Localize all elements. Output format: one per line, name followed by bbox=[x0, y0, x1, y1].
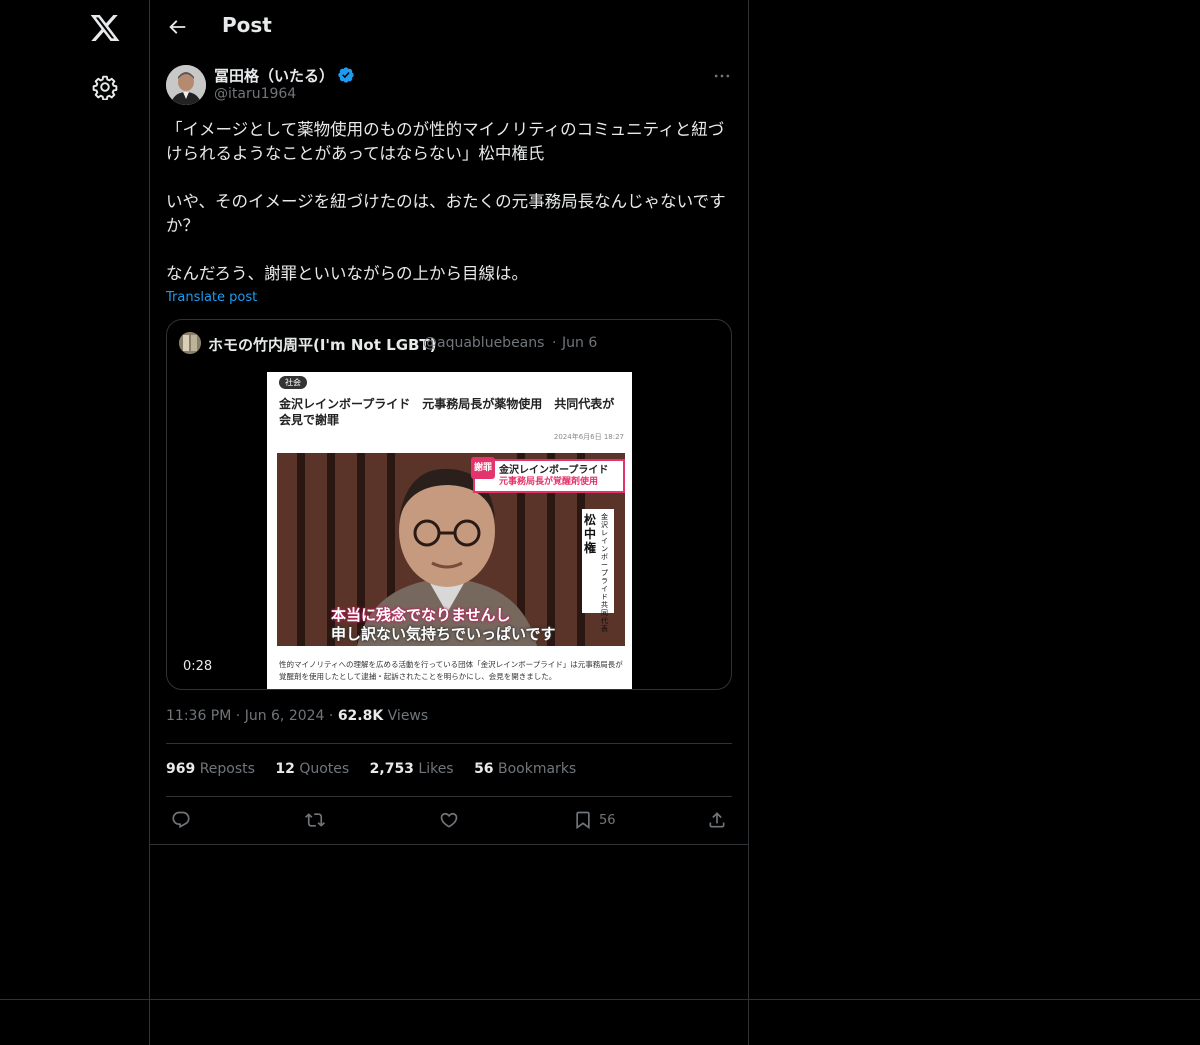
back-arrow-icon[interactable] bbox=[166, 16, 188, 38]
reposts-label: Reposts bbox=[199, 761, 255, 777]
divider bbox=[150, 844, 748, 845]
likes-stat[interactable]: 2,753 Likes bbox=[370, 761, 454, 777]
news-tag-line2: 元事務局長が覚醒剤使用 bbox=[499, 477, 599, 487]
bookmark-button[interactable]: 56 bbox=[573, 808, 616, 832]
timestamp-separator: · bbox=[328, 708, 334, 724]
bookmarks-count: 56 bbox=[474, 761, 494, 777]
views-label: Views bbox=[387, 708, 429, 724]
quoted-video[interactable]: 社会 金沢レインボープライド 元事務局長が薬物使用 共同代表が会見で謝罪 202… bbox=[267, 372, 632, 689]
quoted-author-handle: @aquabluebeans bbox=[423, 335, 545, 351]
translate-post-link[interactable]: Translate post bbox=[166, 290, 257, 305]
bookmarks-stat[interactable]: 56 Bookmarks bbox=[474, 761, 576, 777]
post-date[interactable]: Jun 6, 2024 bbox=[245, 708, 325, 724]
bottom-divider bbox=[0, 999, 1200, 1000]
more-options-icon[interactable] bbox=[712, 66, 732, 86]
quotes-stat[interactable]: 12 Quotes bbox=[275, 761, 349, 777]
article-title: 金沢レインボープライド 元事務局長が薬物使用 共同代表が会見で謝罪 bbox=[279, 397, 615, 427]
quotes-count: 12 bbox=[275, 761, 295, 777]
post-timestamp: 11:36 PM · Jun 6, 2024 · 62.8K Views bbox=[166, 708, 428, 724]
video-caption-line1: 本当に残念でなりませんし bbox=[331, 606, 511, 624]
quoted-separator: · bbox=[552, 335, 557, 351]
quoted-author-avatar bbox=[179, 332, 201, 354]
speaker-title: 金沢レインボープライド共同代表 bbox=[601, 513, 608, 633]
bookmarks-label: Bookmarks bbox=[498, 761, 577, 777]
divider bbox=[166, 743, 732, 744]
article-category-badge: 社会 bbox=[279, 376, 307, 389]
quoted-date: Jun 6 bbox=[562, 335, 598, 351]
likes-label: Likes bbox=[418, 761, 454, 777]
speaker-nameplate: 松中権 金沢レインボープライド共同代表 bbox=[582, 509, 614, 633]
article-date: 2024年6月6日 18:27 bbox=[553, 433, 624, 441]
page-title: Post bbox=[222, 13, 272, 37]
left-nav bbox=[0, 0, 149, 1045]
likes-count: 2,753 bbox=[369, 761, 414, 777]
author-avatar[interactable] bbox=[166, 65, 206, 105]
divider bbox=[166, 796, 732, 797]
reply-icon bbox=[172, 811, 190, 829]
video-duration: 0:28 bbox=[183, 659, 213, 674]
settings-gear-icon[interactable] bbox=[92, 74, 118, 101]
left-divider bbox=[149, 0, 150, 1045]
engagement-stats: 969 Reposts 12 Quotes 2,753 Likes 56 Boo… bbox=[166, 761, 592, 777]
article-body: 性的マイノリティへの理解を広める活動を行っている団体「金沢レインボープライド」は… bbox=[279, 660, 623, 681]
post-header: Post bbox=[150, 0, 748, 54]
bookmark-count: 56 bbox=[599, 812, 616, 828]
reposts-count: 969 bbox=[166, 761, 196, 777]
verified-badge-icon bbox=[337, 66, 355, 84]
author-handle[interactable]: @itaru1964 bbox=[214, 86, 296, 102]
post-time[interactable]: 11:36 PM bbox=[166, 708, 231, 724]
timestamp-separator: · bbox=[235, 708, 241, 724]
author-name[interactable]: 冨田格（いたる） bbox=[214, 65, 334, 86]
repost-button[interactable] bbox=[305, 808, 325, 832]
quotes-label: Quotes bbox=[299, 761, 350, 777]
quoted-author-name: ホモの竹内周平(I'm Not LGBT) bbox=[208, 336, 437, 354]
tweet-text: 「イメージとして薬物使用のものが性的マイノリティのコミュニティと紐づけられるよう… bbox=[166, 120, 726, 283]
views-count: 62.8K bbox=[337, 708, 384, 724]
article-video-frame: 謝罪 金沢レインボープライド 元事務局長が覚醒剤使用 松中権 金沢レインボープラ… bbox=[277, 453, 625, 646]
share-icon bbox=[709, 812, 725, 828]
like-button[interactable] bbox=[439, 808, 459, 832]
reply-button[interactable] bbox=[171, 808, 191, 832]
quoted-post[interactable]: ホモの竹内周平(I'm Not LGBT) @aquabluebeans · J… bbox=[166, 319, 732, 690]
x-logo-icon[interactable] bbox=[89, 12, 121, 44]
share-button[interactable] bbox=[707, 808, 727, 832]
reposts-stat[interactable]: 969 Reposts bbox=[166, 761, 255, 777]
repost-icon bbox=[305, 813, 325, 827]
video-caption-line2: 申し訳ない気持ちでいっぱいです bbox=[331, 625, 556, 643]
heart-icon bbox=[440, 812, 458, 828]
right-divider bbox=[748, 0, 749, 1045]
bookmark-icon bbox=[576, 811, 590, 830]
speaker-name: 松中権 bbox=[584, 513, 597, 555]
news-tag-apology: 謝罪 bbox=[471, 457, 495, 479]
